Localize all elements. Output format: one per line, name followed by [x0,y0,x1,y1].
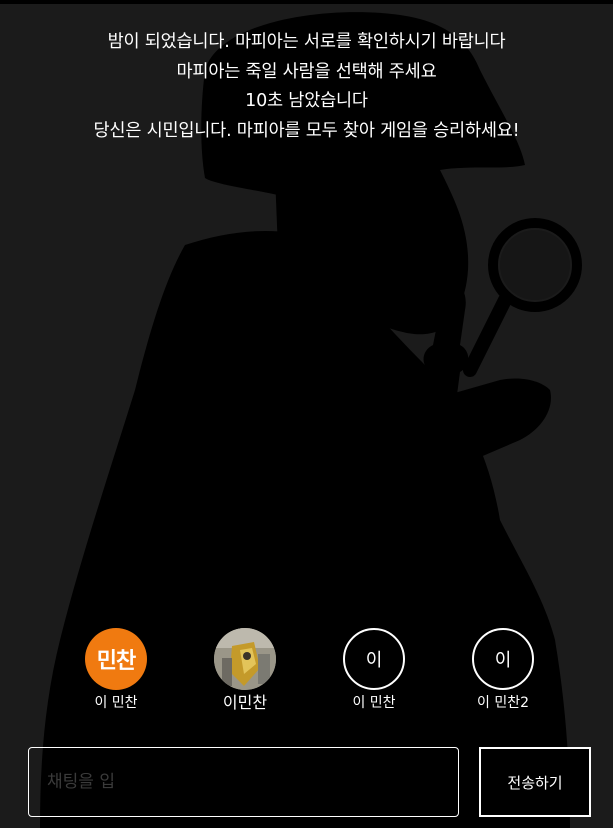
player-card-4[interactable]: 이 이 민찬2 [443,628,563,712]
player-list: 민찬 이 민찬 이민찬 이 이 민찬 이 이 민찬2 [0,628,613,718]
announcement-night-message: 밤이 되었습니다. 마피아는 서로를 확인하시기 바랍니다 [107,32,506,52]
avatar-initials: 민찬 [96,649,136,674]
avatar: 이 [472,628,534,690]
avatar: 민찬 [85,628,147,690]
avatar-initials: 이 [494,650,512,671]
player-name: 이민찬 [222,693,268,712]
player-card-2[interactable]: 이민찬 [185,628,305,712]
announcement-role: 당신은 시민입니다. 마피아를 모두 찾아 게임을 승리하세요! [93,120,520,141]
avatar-initials: 이 [365,650,383,671]
profile-photo-icon [214,628,276,690]
avatar: 이 [343,628,405,690]
send-button[interactable]: 전송하기 [479,747,591,817]
avatar-photo [214,628,276,690]
player-name: 이 민찬 [94,695,138,711]
announcement-timer: 10초 남았습니다 [245,91,368,111]
player-name: 이 민찬 [352,695,396,711]
player-card-1[interactable]: 민찬 이 민찬 [56,628,176,712]
chat-input[interactable] [28,747,459,817]
player-name: 이 민찬2 [477,695,529,711]
game-announcement: 밤이 되었습니다. 마피아는 서로를 확인하시기 바랍니다 마피아는 죽일 사람… [0,28,613,146]
announcement-mafia-choose: 마피아는 죽일 사람을 선택해 주세요 [176,61,437,82]
player-card-3[interactable]: 이 이 민찬 [314,628,434,712]
